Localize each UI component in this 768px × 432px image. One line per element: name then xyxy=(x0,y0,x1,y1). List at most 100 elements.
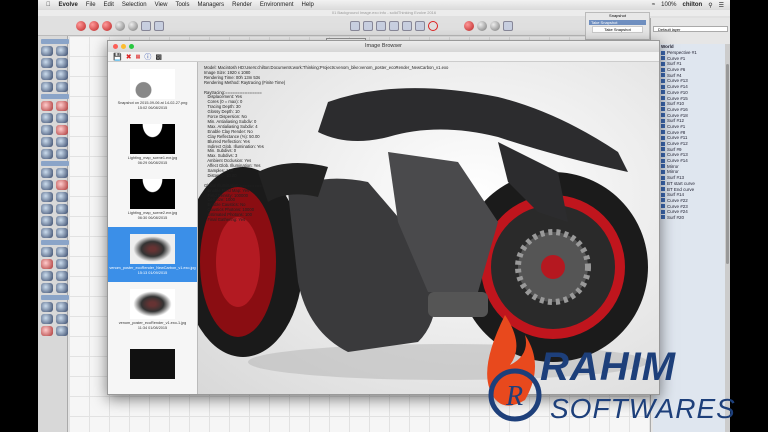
tool-icon[interactable] xyxy=(56,271,68,281)
tool-icon[interactable] xyxy=(56,149,68,159)
render-icon[interactable] xyxy=(76,20,86,31)
tool-icon[interactable] xyxy=(41,302,53,312)
apple-icon[interactable]:  xyxy=(46,2,51,8)
material-icon[interactable] xyxy=(464,20,474,31)
curve-icon[interactable] xyxy=(389,20,399,31)
tool-icon[interactable] xyxy=(41,82,53,92)
tool-icon[interactable] xyxy=(56,46,68,56)
material-icon[interactable] xyxy=(477,20,487,31)
tool-icon[interactable] xyxy=(56,101,68,111)
tool-icon[interactable] xyxy=(41,137,53,147)
render-region-icon[interactable] xyxy=(89,20,99,31)
tool-icon[interactable] xyxy=(56,82,68,92)
user-name[interactable]: chilton xyxy=(683,2,703,8)
tool-icon[interactable] xyxy=(56,259,68,269)
zoom-icon[interactable] xyxy=(129,44,134,49)
menu-environment[interactable]: Environment xyxy=(260,2,294,8)
tool-icon[interactable] xyxy=(41,46,53,56)
menu-render[interactable]: Render xyxy=(232,2,252,8)
save-icon[interactable]: 💾 xyxy=(113,53,122,61)
tool-icon[interactable] xyxy=(41,228,53,238)
tool-icon[interactable] xyxy=(41,70,53,80)
close-icon[interactable] xyxy=(113,44,118,49)
tool-icon[interactable] xyxy=(56,70,68,80)
tree-item[interactable]: Surf #20 xyxy=(653,215,725,221)
tool-icon[interactable] xyxy=(41,314,53,324)
snap-icon[interactable] xyxy=(154,20,164,31)
tool-icon[interactable] xyxy=(56,247,68,257)
menu-file[interactable]: File xyxy=(86,2,96,8)
tool-icon[interactable] xyxy=(56,204,68,214)
delete-icon[interactable]: ✖ xyxy=(126,53,132,61)
menu-view[interactable]: View xyxy=(155,2,168,8)
curve-icon[interactable] xyxy=(415,20,425,31)
tool-icon[interactable] xyxy=(56,180,68,190)
tool-icon[interactable] xyxy=(41,58,53,68)
tool-icon[interactable] xyxy=(41,168,53,178)
panel-icon[interactable] xyxy=(503,20,513,31)
spotlight-icon[interactable]: ⚲ xyxy=(708,2,712,9)
tool-icon[interactable] xyxy=(41,204,53,214)
menu-managers[interactable]: Managers xyxy=(197,2,224,8)
thumbnail-item[interactable]: Lighting_map_scene1.exr.jpg 06:29 06/08/2… xyxy=(108,117,197,172)
image-browser-toolbar: 💾 ✖ ▦ ⓘ ▩ xyxy=(108,52,659,62)
wifi-icon[interactable]: ≈ xyxy=(652,2,655,8)
tool-icon[interactable] xyxy=(56,113,68,123)
info-icon[interactable]: ⓘ xyxy=(144,52,151,62)
take-snapshot-button[interactable]: Take Snapshot xyxy=(592,26,643,33)
tool-icon[interactable] xyxy=(41,192,53,202)
menu-edit[interactable]: Edit xyxy=(104,2,114,8)
thumbnail-date: 15:02 06/08/2015 xyxy=(137,105,168,110)
render-settings-icon[interactable] xyxy=(102,20,112,31)
tool-icon[interactable] xyxy=(56,192,68,202)
tool-icon[interactable] xyxy=(56,216,68,226)
zoom-icon[interactable] xyxy=(115,20,125,31)
thumbnail-item[interactable]: Lighting_map_scene2.exr.jpg 06:30 06/08/2… xyxy=(108,172,197,227)
menu-app[interactable]: Evolve xyxy=(59,2,78,8)
tool-icon[interactable] xyxy=(41,113,53,123)
view-icon[interactable] xyxy=(350,20,360,31)
curve-icon[interactable] xyxy=(402,20,412,31)
tool-icon[interactable] xyxy=(41,216,53,226)
tool-icon[interactable] xyxy=(41,283,53,293)
thumbnail-item[interactable]: Snapshot on 2015-09-06 at 14-02-27.png 15… xyxy=(108,62,197,117)
list-icon[interactable]: ☰ xyxy=(719,2,724,9)
no-icon[interactable] xyxy=(428,20,438,31)
tool-icon[interactable] xyxy=(41,125,53,135)
zoom-fit-icon[interactable] xyxy=(128,20,138,31)
tool-icon[interactable] xyxy=(56,302,68,312)
tool-icon[interactable] xyxy=(56,326,68,336)
thumbnail-item[interactable]: venom_poster_ecoRender_v1.exo-1.jpg 11:34… xyxy=(108,282,197,337)
menu-help[interactable]: Help xyxy=(302,2,314,8)
menu-selection[interactable]: Selection xyxy=(122,2,147,8)
tool-icon[interactable] xyxy=(41,101,53,111)
tool-icon[interactable] xyxy=(56,228,68,238)
view-icon[interactable] xyxy=(363,20,373,31)
tool-icon[interactable] xyxy=(41,247,53,257)
light-icon[interactable] xyxy=(490,20,500,31)
snapshot-tab[interactable]: Take Snapshot xyxy=(589,20,646,25)
minimize-icon[interactable] xyxy=(121,44,126,49)
grid-icon[interactable] xyxy=(141,20,151,31)
grid-icon[interactable]: ▦ xyxy=(136,54,141,60)
tool-icon[interactable] xyxy=(41,259,53,269)
thumbnail-item[interactable]: venom_poster_ecoRender_NewCarbon_v1.exo.… xyxy=(108,227,197,282)
tool-icon[interactable] xyxy=(41,326,53,336)
layer-select[interactable]: Default layer xyxy=(653,26,728,32)
thumbnail-date: 11:34 01/08/2015 xyxy=(137,325,168,330)
battery-label[interactable]: 100% xyxy=(661,2,676,8)
tool-icon[interactable] xyxy=(56,168,68,178)
menu-tools[interactable]: Tools xyxy=(175,2,189,8)
tool-icon[interactable] xyxy=(56,283,68,293)
tool-icon[interactable] xyxy=(41,149,53,159)
curve-icon[interactable] xyxy=(376,20,386,31)
thumbnail-item[interactable] xyxy=(108,337,197,392)
tool-icon[interactable] xyxy=(56,314,68,324)
thumbnail-list[interactable]: Snapshot on 2015-09-06 at 14-02-27.png 15… xyxy=(108,62,198,394)
tool-icon[interactable] xyxy=(56,58,68,68)
tool-icon[interactable] xyxy=(56,137,68,147)
tool-icon[interactable] xyxy=(41,180,53,190)
tool-icon[interactable] xyxy=(56,125,68,135)
checker-icon[interactable]: ▩ xyxy=(155,53,162,61)
tool-icon[interactable] xyxy=(41,271,53,281)
